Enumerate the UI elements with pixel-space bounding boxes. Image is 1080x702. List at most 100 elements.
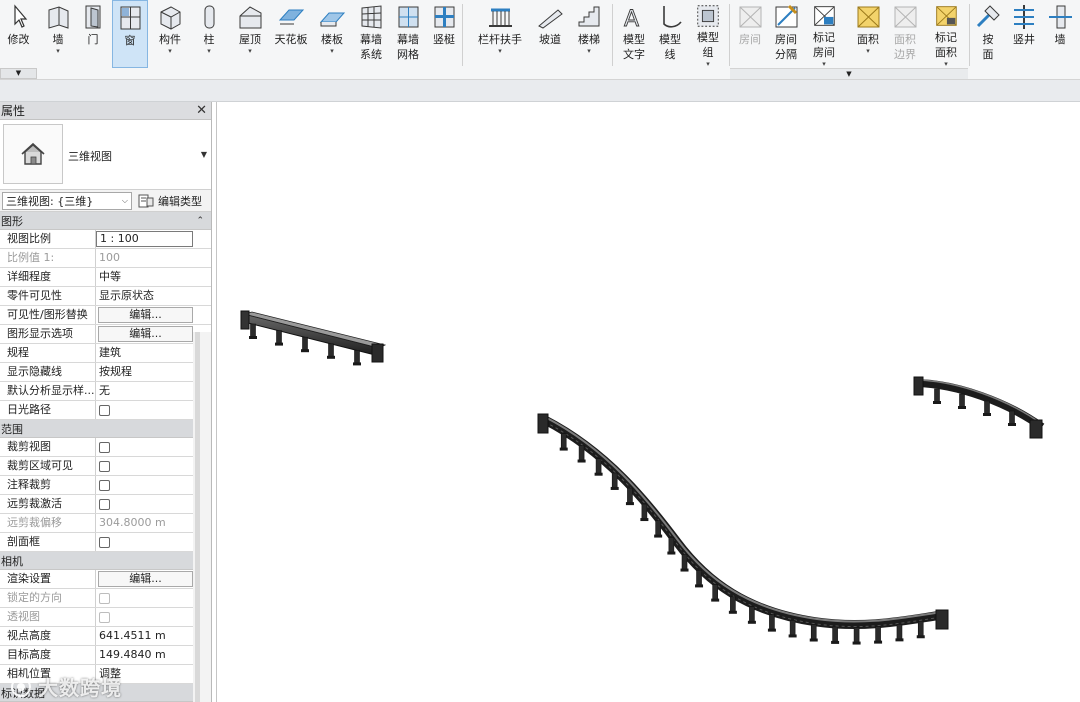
ramp-button[interactable]: 坡道: [532, 0, 568, 68]
property-value[interactable]: 中等: [96, 268, 211, 286]
chevron-down-icon[interactable]: ▾: [56, 47, 60, 55]
edit-button[interactable]: 编辑...: [98, 326, 193, 342]
model-group-icon: [697, 5, 719, 27]
property-name: 渲染设置: [0, 570, 96, 588]
modify-label: 修改: [7, 33, 30, 46]
opening-wall-button[interactable]: 墙: [1044, 0, 1076, 68]
model-group-button[interactable]: 模型组 ▾: [688, 0, 728, 68]
component-label: 构件: [159, 33, 181, 46]
mullion-button[interactable]: 竖梃: [426, 0, 462, 68]
close-icon[interactable]: ✕: [196, 103, 207, 118]
3d-view-canvas[interactable]: [216, 102, 1080, 702]
property-row: 视点高度 641.4511 m: [0, 627, 211, 646]
bridge-pier-footing: [667, 551, 676, 555]
edit-button[interactable]: 编辑...: [98, 571, 193, 587]
door-label: 门: [87, 33, 99, 46]
bridge-pier-footing: [788, 634, 797, 638]
bridge-pier: [354, 350, 360, 365]
property-checkbox[interactable]: [99, 461, 110, 472]
scrollbar-thumb[interactable]: [195, 332, 200, 702]
bridge-pier: [655, 520, 661, 537]
model-line-label: 模型线: [659, 33, 681, 61]
opening-wall-label: 墙: [1054, 33, 1066, 46]
column-button[interactable]: 柱 ▾: [192, 0, 226, 68]
property-checkbox[interactable]: [99, 480, 110, 491]
railing-button[interactable]: 栏杆扶手 ▾: [470, 0, 530, 68]
by-face-button[interactable]: 按面: [972, 0, 1004, 68]
properties-title-bar: 属性 ✕: [0, 102, 211, 120]
property-name: 视图比例: [0, 230, 96, 248]
tag-area-button[interactable]: 标记 面积 ▾: [926, 0, 966, 68]
property-value[interactable]: 显示原状态: [96, 287, 211, 305]
chevron-down-icon[interactable]: ▼: [201, 150, 207, 159]
railing-icon: [489, 8, 512, 27]
component-button[interactable]: 构件 ▾: [150, 0, 190, 68]
chevron-down-icon[interactable]: ▾: [866, 47, 870, 55]
ramp-icon: [538, 9, 563, 29]
chevron-down-icon[interactable]: ▾: [330, 47, 334, 55]
property-checkbox[interactable]: [99, 499, 110, 510]
property-checkbox[interactable]: [99, 537, 110, 548]
curtain-system-icon: [361, 5, 382, 29]
area-button[interactable]: 面积 ▾: [848, 0, 888, 68]
edit-button[interactable]: 编辑...: [98, 307, 193, 323]
room-separator-icon: [775, 4, 798, 28]
edit-type-button[interactable]: 编辑类型: [138, 193, 202, 209]
room-separator-button[interactable]: 房间 分隔: [768, 0, 804, 68]
bridge-pier: [959, 393, 965, 409]
property-value-input[interactable]: 1 : 100: [96, 231, 193, 247]
window-label: 窗: [124, 34, 136, 47]
curtain-grid-icon: [398, 6, 419, 28]
property-section-header[interactable]: 相机⌃: [0, 552, 211, 570]
chevron-down-icon[interactable]: ▾: [822, 60, 826, 68]
modify-button[interactable]: 修改: [0, 0, 37, 68]
curtain-grid-button[interactable]: 幕墙 网格: [390, 0, 426, 68]
collapse-icon[interactable]: ⌃: [196, 216, 204, 226]
bridge-pier-footing: [767, 628, 776, 632]
area-icon: [857, 6, 880, 28]
property-name: 透视图: [0, 608, 96, 626]
ceiling-button[interactable]: 天花板: [270, 0, 312, 68]
chevron-down-icon[interactable]: ▾: [498, 47, 502, 55]
bridge-pier-footing: [577, 459, 586, 463]
floor-button[interactable]: 楼板 ▾: [314, 0, 350, 68]
shaft-button[interactable]: 竖井: [1006, 0, 1042, 68]
property-checkbox[interactable]: [99, 442, 110, 453]
door-button[interactable]: 门: [78, 0, 108, 68]
roof-button[interactable]: 屋顶 ▾: [232, 0, 268, 68]
chevron-down-icon[interactable]: ▾: [706, 60, 710, 68]
model-text-label: 模型 文字: [623, 33, 645, 61]
section-title: 相机: [1, 554, 23, 568]
property-row: 锁定的方向: [0, 589, 211, 608]
bridge-pier-footing: [301, 349, 309, 353]
tag-room-button[interactable]: 标记 房间 ▾: [804, 0, 844, 68]
bridge-pier: [810, 624, 817, 641]
bridge-pier-footing: [695, 584, 704, 588]
modify-dropdown[interactable]: ▼: [0, 68, 37, 79]
chevron-down-icon[interactable]: ▾: [587, 47, 591, 55]
room-area-panel-dropdown[interactable]: ▼: [730, 68, 968, 79]
room-button[interactable]: 房间: [732, 0, 768, 68]
wall-button[interactable]: 墙 ▾: [40, 0, 76, 68]
model-text-button[interactable]: A 模型 文字: [616, 0, 652, 68]
area-boundary-button[interactable]: 面积 边界: [886, 0, 924, 68]
chevron-down-icon[interactable]: ▾: [248, 47, 252, 55]
window-button[interactable]: 窗: [112, 0, 148, 68]
properties-scrollbar[interactable]: [193, 332, 211, 702]
chevron-down-icon[interactable]: ▾: [207, 47, 211, 55]
property-section-header[interactable]: 图形 ⌃: [0, 212, 211, 230]
stair-button[interactable]: 楼梯 ▾: [570, 0, 608, 68]
model-line-button[interactable]: 模型线: [652, 0, 688, 68]
property-checkbox[interactable]: [99, 405, 110, 416]
roof-icon: [239, 6, 262, 29]
chevron-down-icon[interactable]: ▾: [944, 60, 948, 68]
curtain-system-button[interactable]: 幕墙 系统: [352, 0, 390, 68]
bridge-pier: [560, 433, 567, 450]
type-selector[interactable]: 三维视图 ▼: [0, 120, 211, 190]
chevron-down-icon[interactable]: ▾: [168, 47, 172, 55]
property-section-header[interactable]: 范围⌃: [0, 420, 211, 438]
property-name: 日光路径: [0, 401, 96, 419]
property-name: 规程: [0, 344, 96, 362]
view-instance-select[interactable]: 三维视图: {三维} ⌵: [2, 191, 132, 210]
edit-type-label: 编辑类型: [158, 194, 202, 208]
